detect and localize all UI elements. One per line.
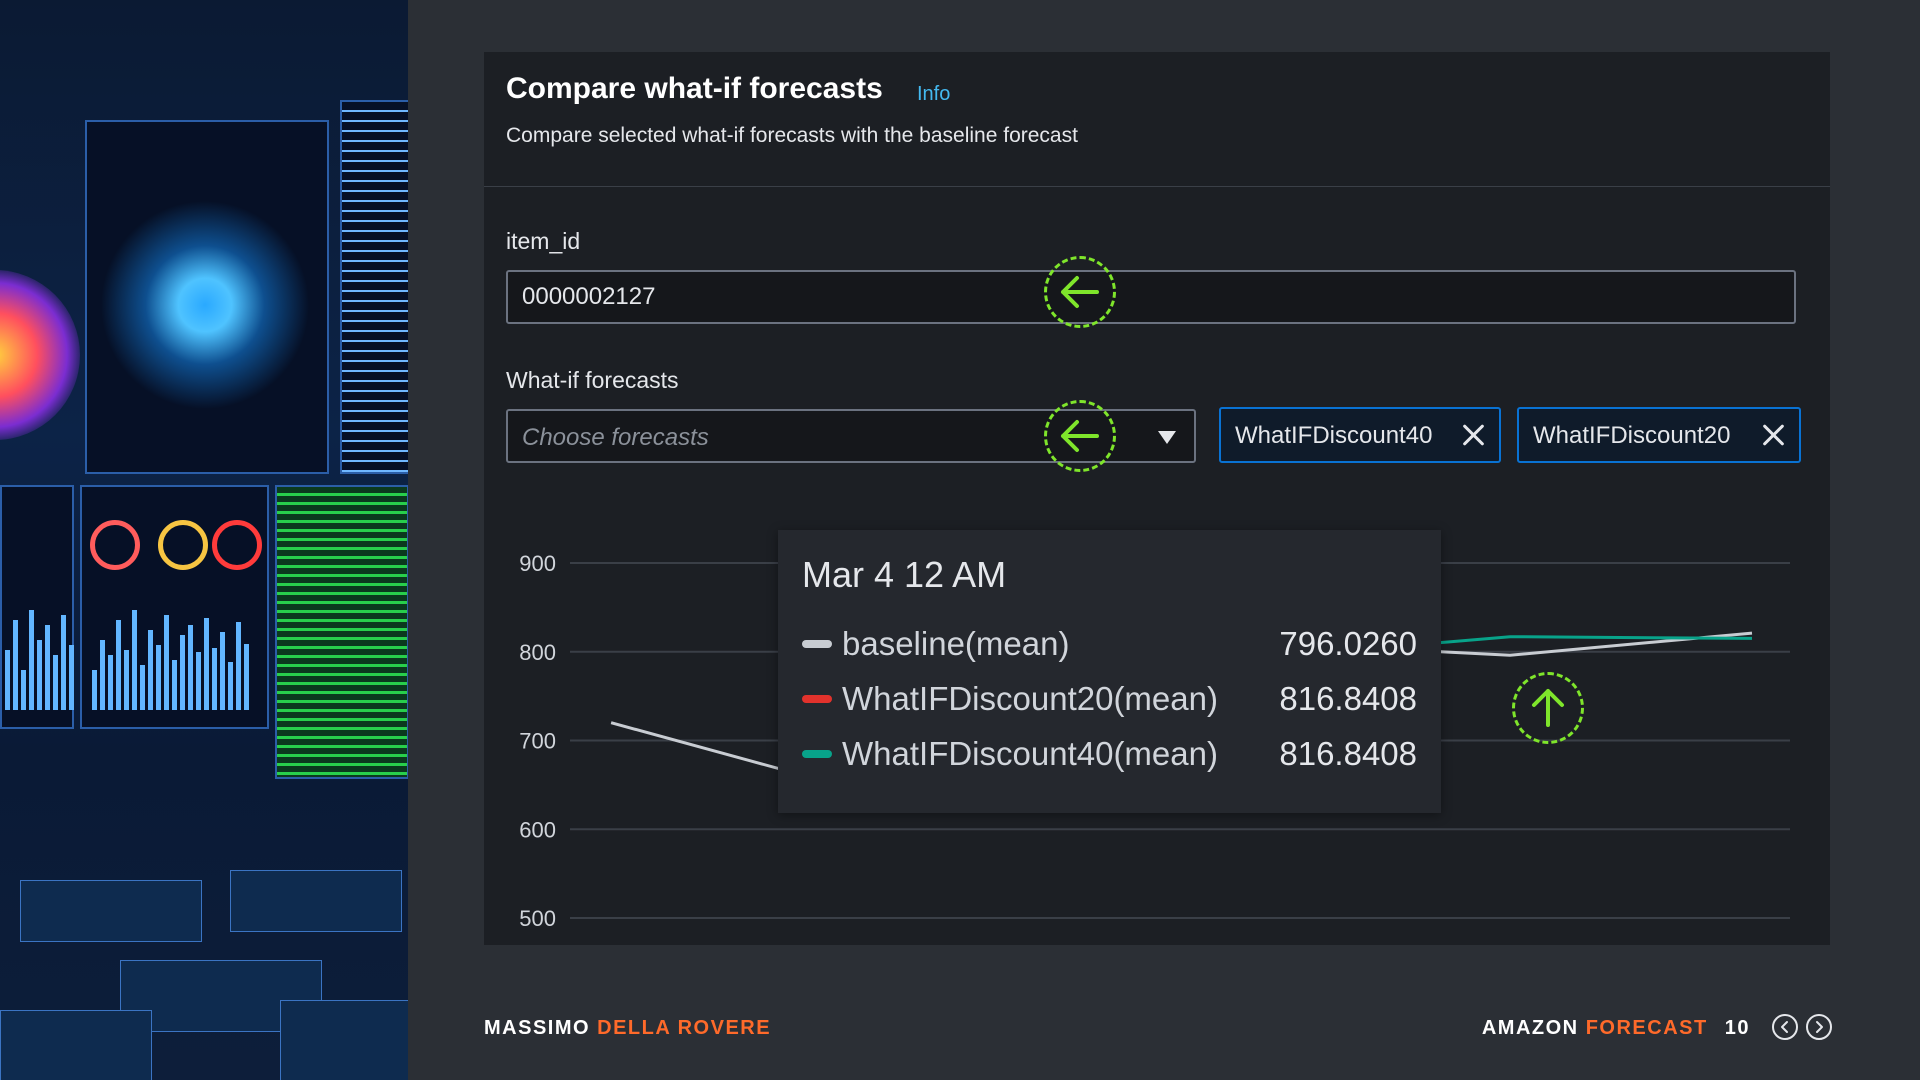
token-whatifdiscount20: WhatIFDiscount20: [1517, 407, 1801, 463]
author-last-name: DELLA ROVERE: [597, 1017, 772, 1039]
product-first: AMAZON: [1481, 1017, 1579, 1039]
series-swatch: [802, 750, 832, 758]
page-number: 10: [1724, 1017, 1750, 1039]
tooltip-series-name: WhatIFDiscount20(mean): [842, 680, 1218, 717]
chart-tooltip: Mar 4 12 AM baseline(mean) 796.0260 What…: [778, 530, 1441, 813]
y-tick-label: 600: [519, 817, 556, 842]
compare-forecasts-panel: Compare what-if forecasts Info Compare s…: [484, 52, 1830, 945]
select-placeholder: Choose forecasts: [522, 424, 709, 451]
chevron-right-icon: [1816, 1021, 1823, 1033]
tooltip-row: baseline(mean) 796.0260: [802, 625, 1417, 665]
next-slide-button[interactable]: [1806, 1014, 1832, 1040]
tooltip-series-name: baseline(mean): [842, 625, 1070, 662]
close-icon[interactable]: [1457, 419, 1489, 451]
y-tick-label: 500: [519, 906, 556, 931]
previous-slide-button[interactable]: [1772, 1014, 1798, 1040]
chevron-left-icon: [1781, 1021, 1788, 1033]
series-line: [1406, 635, 1753, 647]
footer-author: MASSIMO DELLA ROVERE: [484, 1017, 771, 1040]
footer-product: AMAZON FORECAST 10: [1482, 1017, 1750, 1040]
whatif-forecasts-label: What-if forecasts: [506, 367, 679, 393]
token-whatifdiscount40: WhatIFDiscount40: [1219, 407, 1501, 463]
item-id-input[interactable]: [506, 270, 1796, 324]
token-label: WhatIFDiscount20: [1533, 422, 1731, 449]
annotation-arrow-up-icon: [1512, 672, 1584, 744]
tooltip-series-value: 816.8408: [1279, 735, 1417, 772]
series-swatch: [802, 695, 832, 703]
series-swatch: [802, 640, 832, 648]
tooltip-series-name: WhatIFDiscount40(mean): [842, 735, 1218, 772]
item-id-label: item_id: [506, 228, 581, 254]
tooltip-series-value: 796.0260: [1279, 625, 1417, 662]
page-subtitle: Compare selected what-if forecasts with …: [506, 124, 1078, 147]
tooltip-series-value: 816.8408: [1279, 680, 1417, 717]
y-tick-label: 900: [519, 551, 556, 576]
page-title: Compare what-if forecasts: [506, 72, 883, 105]
y-tick-label: 700: [519, 729, 556, 754]
tooltip-row: WhatIFDiscount40(mean) 816.8408: [802, 735, 1417, 775]
tooltip-row: WhatIFDiscount20(mean) 816.8408: [802, 680, 1417, 720]
decorative-control-room-image: [0, 0, 408, 1080]
panel-header: Compare what-if forecasts Info Compare s…: [484, 52, 1830, 187]
caret-down-icon: [1158, 431, 1176, 444]
close-icon[interactable]: [1757, 419, 1789, 451]
author-first-name: MASSIMO: [484, 1017, 591, 1039]
tooltip-title: Mar 4 12 AM: [802, 554, 1007, 595]
annotation-arrow-left-icon: [1044, 256, 1116, 328]
y-tick-label: 800: [519, 640, 556, 665]
info-link[interactable]: Info: [917, 83, 950, 106]
product-last: FORECAST: [1585, 1017, 1708, 1039]
token-label: WhatIFDiscount40: [1235, 422, 1433, 449]
annotation-arrow-left-icon: [1044, 400, 1116, 472]
